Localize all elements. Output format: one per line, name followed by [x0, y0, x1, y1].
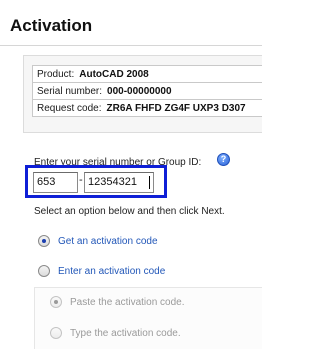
radio-type-code — [50, 327, 62, 339]
option-type-code-label: Type the activation code. — [70, 327, 181, 339]
option-enter-activation-code-label[interactable]: Enter an activation code — [58, 266, 165, 277]
option-enter-activation-code[interactable]: Enter an activation code — [38, 265, 165, 277]
product-info-table: Product: AutoCAD 2008 Serial number: 000… — [32, 65, 262, 117]
product-row: Product: AutoCAD 2008 — [33, 66, 262, 83]
title-divider — [0, 45, 262, 46]
option-type-code: Type the activation code. — [50, 327, 181, 339]
request-code-value: ZR6A FHFD ZG4F UXP3 D307 — [106, 102, 246, 114]
request-code-label: Request code: — [37, 102, 102, 114]
serial-highlight-frame — [25, 165, 167, 198]
product-label: Product: — [37, 68, 75, 80]
option-get-activation-code[interactable]: Get an activation code — [38, 235, 158, 247]
option-paste-code-label: Paste the activation code. — [70, 296, 185, 308]
option-paste-code: Paste the activation code. — [50, 296, 185, 308]
serial-number-row: Serial number: 000-00000000 — [33, 83, 262, 100]
serial-number-label: Serial number: — [37, 85, 103, 97]
help-icon[interactable]: ? — [217, 153, 230, 166]
radio-get-activation-code[interactable] — [38, 235, 50, 247]
radio-paste-code — [50, 296, 62, 308]
radio-enter-activation-code[interactable] — [38, 265, 50, 277]
page-title: Activation — [10, 16, 93, 35]
option-prompt: Select an option below and then click Ne… — [34, 206, 225, 217]
request-code-row: Request code: ZR6A FHFD ZG4F UXP3 D307 — [33, 100, 262, 117]
option-get-activation-code-label[interactable]: Get an activation code — [58, 236, 158, 247]
serial-number-value: 000-00000000 — [107, 85, 172, 97]
product-value: AutoCAD 2008 — [79, 68, 149, 80]
